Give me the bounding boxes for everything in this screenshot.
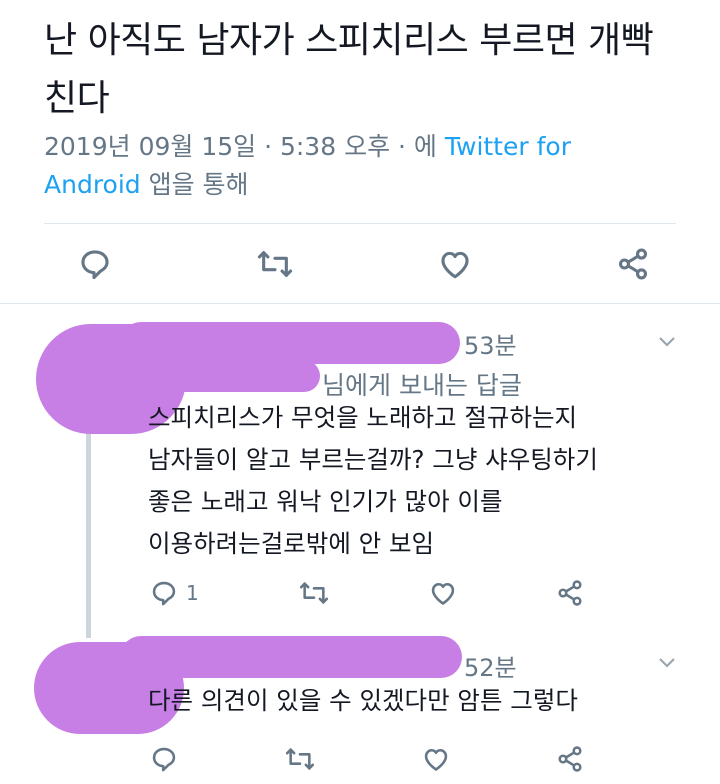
reply-button[interactable]: 1 [150,579,199,607]
like-button[interactable] [429,579,457,607]
reply-button[interactable] [78,247,112,281]
reply-button[interactable] [150,745,178,773]
like-button[interactable] [438,247,472,281]
retweet-icon [285,748,315,770]
redacted-username [120,636,462,678]
divider [44,223,676,224]
retweet-icon [299,582,328,604]
reply-line: 스피치리스가 무엇을 노래하고 절규하는지 [148,403,578,432]
reply-line: 남자들이 알고 부르는걸까? 그냥 샤우팅하기 [148,445,598,474]
like-icon [431,582,455,605]
share-button[interactable] [616,247,650,281]
reply-time: 52분 [464,654,517,682]
reply-icon [152,747,176,772]
reply-count: 1 [186,581,199,605]
share-button[interactable] [556,579,584,607]
retweet-button[interactable] [284,745,316,773]
reply-text: 스피치리스가 무엇을 노래하고 절규하는지 남자들이 알고 부르는걸까? 그냥 … [148,397,598,565]
reply-line: 이용하려는걸로밖에 안 보임 [148,529,435,558]
share-button[interactable] [556,745,584,773]
reply-text: 다른 의견이 있을 수 있겠다만 암튼 그렇다 [148,680,578,722]
retweet-button[interactable] [298,579,330,607]
retweet-icon [257,251,293,277]
share-icon [558,746,582,772]
reply-time: 53분 [464,332,517,360]
retweet-button[interactable] [256,247,294,281]
reply-icon [81,250,109,280]
tweet-timestamp: 2019년 09월 15일 · 5:38 오후 · 에 [44,132,445,161]
reply-actions: 1 [150,576,584,610]
share-icon [558,580,582,606]
reply-line: 다른 의견이 있을 수 있겠다만 암튼 그렇다 [148,686,578,715]
tweet-text: 난 아직도 남자가 스피치리스 부르면 개빡친다 [44,20,654,119]
tweet-actions [78,243,650,285]
chevron-down-icon[interactable] [656,330,678,352]
chevron-down-icon[interactable] [656,651,678,673]
divider [0,303,720,304]
reply-line: 좋은 노래고 워낙 인기가 많아 이를 [148,487,503,516]
source-suffix: 앱을 통해 [140,170,249,199]
redacted-handle [130,360,320,392]
reply-actions [150,742,584,776]
like-icon [441,251,469,279]
share-icon [618,248,648,280]
like-icon [424,748,448,771]
reply-icon [152,581,176,606]
like-button[interactable] [422,745,450,773]
tweet-meta: 2019년 09월 15일 · 5:38 오후 · 에 Twitter for … [44,128,674,204]
redacted-username [120,322,460,364]
thread-line [86,420,91,638]
